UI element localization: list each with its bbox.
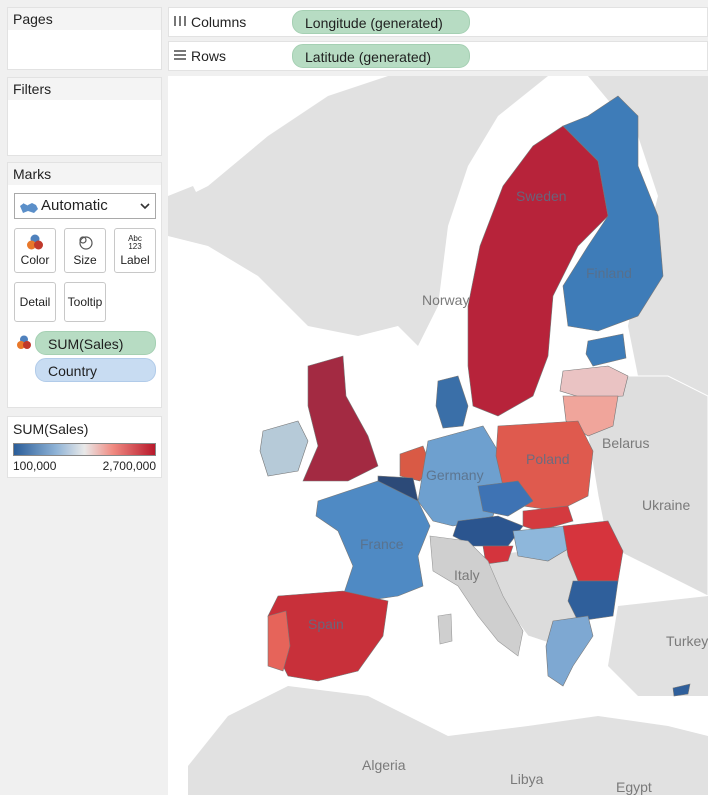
- label-egypt: Egypt: [616, 779, 652, 795]
- rows-icon: [173, 42, 187, 70]
- label-button-label: Label: [120, 253, 150, 267]
- size-button-label: Size: [73, 253, 97, 267]
- color-button[interactable]: Color: [14, 228, 56, 273]
- label-belarus: Belarus: [602, 435, 649, 451]
- columns-label-text: Columns: [191, 14, 247, 30]
- detail-button[interactable]: Detail: [14, 282, 56, 322]
- color-icon: [15, 234, 55, 252]
- label-button[interactable]: Abc 123 Label: [114, 228, 156, 273]
- rows-pill[interactable]: Latitude (generated): [292, 44, 470, 68]
- country-greece: [545, 615, 594, 687]
- tooltip-button[interactable]: Tooltip: [64, 282, 106, 322]
- label-france: France: [360, 536, 404, 552]
- tooltip-button-label: Tooltip: [67, 295, 103, 309]
- country-uk: [302, 355, 379, 482]
- rows-label-text: Rows: [191, 48, 227, 64]
- columns-shelf[interactable]: Columns Longitude (generated): [168, 7, 708, 37]
- mark-type-dropdown[interactable]: Automatic: [14, 193, 156, 219]
- europe-map[interactable]: Sweden Finland Norway Belarus Poland Ger…: [168, 76, 708, 795]
- columns-icon: [173, 8, 187, 36]
- country-latvia: [559, 365, 629, 399]
- detail-button-label: Detail: [19, 295, 51, 309]
- label-icon: Abc 123: [128, 234, 142, 251]
- map-mark-icon: [19, 199, 39, 223]
- country-field-pill[interactable]: Country: [35, 358, 156, 382]
- filters-card: Filters: [7, 77, 162, 156]
- country-estonia: [585, 333, 627, 367]
- label-norway: Norway: [422, 292, 469, 308]
- sales-field-pill[interactable]: SUM(Sales): [35, 331, 156, 355]
- pages-card: Pages: [7, 7, 162, 70]
- country-ireland: [259, 420, 309, 477]
- legend-max: 2,700,000: [102, 459, 156, 473]
- mark-type-value: Automatic: [41, 197, 108, 214]
- label-libya: Libya: [510, 771, 544, 787]
- marks-title: Marks: [8, 163, 161, 185]
- size-icon: [65, 234, 105, 252]
- rows-shelf[interactable]: Rows Latitude (generated): [168, 41, 708, 71]
- rows-shelf-label: Rows: [173, 42, 226, 70]
- color-button-label: Color: [20, 253, 50, 267]
- color-field-icon: [16, 335, 32, 356]
- label-italy: Italy: [454, 567, 480, 583]
- label-spain: Spain: [308, 616, 344, 632]
- columns-shelf-label: Columns: [173, 8, 246, 36]
- color-legend-card: SUM(Sales) 100,000 2,700,000: [7, 416, 162, 478]
- map-view[interactable]: Sweden Finland Norway Belarus Poland Ger…: [168, 76, 708, 795]
- label-germany: Germany: [426, 467, 484, 483]
- label-finland: Finland: [586, 265, 632, 281]
- legend-gradient: [13, 443, 156, 456]
- country-denmark: [435, 375, 469, 429]
- label-ukraine: Ukraine: [642, 497, 690, 513]
- country-sardinia: [437, 613, 453, 645]
- label-poland: Poland: [526, 451, 570, 467]
- filters-title: Filters: [8, 78, 161, 100]
- country-bulgaria: [567, 580, 619, 622]
- chevron-down-icon: [139, 196, 151, 224]
- size-button[interactable]: Size: [64, 228, 106, 273]
- legend-title: SUM(Sales): [13, 421, 89, 437]
- label-turkey: Turkey: [666, 633, 708, 649]
- label-algeria: Algeria: [362, 757, 406, 773]
- label-sweden: Sweden: [516, 188, 567, 204]
- legend-min: 100,000: [13, 459, 57, 473]
- columns-pill[interactable]: Longitude (generated): [292, 10, 470, 34]
- pages-title: Pages: [8, 8, 161, 30]
